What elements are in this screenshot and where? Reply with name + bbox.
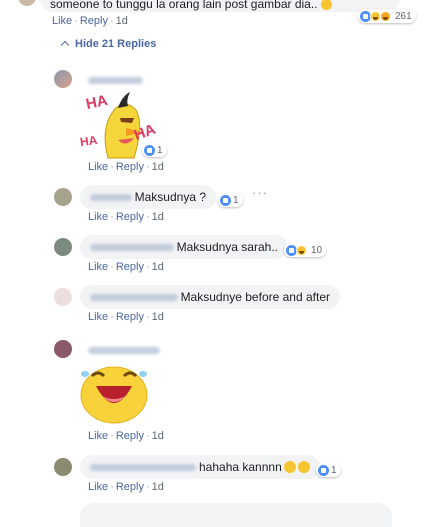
comment-bubble: Maksudnya ? <box>80 185 216 209</box>
ha-text: HA <box>79 132 99 150</box>
comment-bubble: hahaha kannnn <box>80 455 320 479</box>
chevron-up-icon <box>60 40 70 50</box>
avatar[interactable] <box>54 238 72 256</box>
commenter-name[interactable] <box>90 243 174 251</box>
comment-bubble: Maksudnya sarah.. <box>80 235 288 259</box>
reply-link[interactable]: Reply <box>116 430 144 442</box>
like-link[interactable]: Like <box>88 311 108 323</box>
like-reaction-icon <box>318 464 329 476</box>
timestamp: 1d <box>151 261 164 273</box>
avatar[interactable] <box>18 0 36 6</box>
commenter-name[interactable] <box>90 293 178 301</box>
reaction-count: 1 <box>331 464 337 476</box>
reaction-summary[interactable]: 10 <box>284 243 327 257</box>
comment-actions: Like · Reply · 1d <box>88 311 164 323</box>
comment-bubble: Maksudnye before and after <box>80 285 340 309</box>
avatar[interactable] <box>54 458 72 476</box>
reaction-summary[interactable]: 1 <box>218 193 243 207</box>
laughing-emoji-icon <box>320 0 332 10</box>
hide-replies-link[interactable]: Hide 21 Replies <box>60 38 157 50</box>
timestamp: 1d <box>151 311 164 323</box>
comment-text: Maksudnya sarah.. <box>176 240 278 254</box>
comment-text: Maksudnya ? <box>134 190 206 204</box>
like-link[interactable]: Like <box>88 481 108 493</box>
like-reaction-icon <box>144 144 155 156</box>
comment-actions: Like · Reply · 1d <box>88 211 164 223</box>
avatar[interactable] <box>54 70 72 88</box>
like-link[interactable]: Like <box>88 430 108 442</box>
comment-bubble <box>80 503 392 527</box>
hide-replies-label: Hide 21 Replies <box>75 38 157 50</box>
laughing-emoji-icon <box>283 461 296 473</box>
reply-link[interactable]: Reply <box>116 161 144 173</box>
reaction-count: 10 <box>311 244 323 256</box>
avatar[interactable] <box>54 288 72 306</box>
more-options-icon[interactable]: ··· <box>252 185 268 200</box>
wow-reaction-icon <box>380 10 391 22</box>
haha-reaction-icon <box>296 244 307 256</box>
commenter-name[interactable] <box>90 193 132 201</box>
timestamp: 1d <box>151 430 164 442</box>
reply-link[interactable]: Reply <box>116 211 144 223</box>
timestamp: 1d <box>151 481 164 493</box>
avatar[interactable] <box>54 188 72 206</box>
commenter-name[interactable] <box>88 343 163 357</box>
commenter-name[interactable] <box>88 73 146 87</box>
top-comment: someone to tunggu la orang lain post gam… <box>0 0 446 30</box>
comment-text: someone to tunggu la orang lain post gam… <box>50 0 318 11</box>
reaction-summary[interactable]: 1 <box>316 463 341 477</box>
reaction-count: 1 <box>157 144 163 156</box>
like-reaction-icon <box>220 194 231 206</box>
reaction-summary[interactable]: 261 <box>358 9 416 23</box>
like-link[interactable]: Like <box>88 261 108 273</box>
comment-actions: Like · Reply · 1d <box>88 481 164 493</box>
avatar[interactable] <box>54 340 72 358</box>
laughing-emoji-icon <box>297 461 310 473</box>
comment-text: hahaha kannnn <box>199 460 282 474</box>
commenter-name[interactable] <box>90 463 196 471</box>
comment-actions: Like · Reply · 1d <box>88 430 164 442</box>
comment-bubble: someone to tunggu la orang lain post gam… <box>40 0 400 12</box>
reply-link[interactable]: Reply <box>116 481 144 493</box>
reply-link[interactable]: Reply <box>116 261 144 273</box>
comment-text: Maksudnye before and after <box>180 290 330 304</box>
comment-actions: Like · Reply · 1d <box>88 161 164 173</box>
reply-link[interactable]: Reply <box>116 311 144 323</box>
reaction-summary[interactable]: 1 <box>142 143 167 157</box>
comment-actions: Like · Reply · 1d <box>52 15 128 27</box>
timestamp: 1d <box>151 211 164 223</box>
laughing-face-sticker <box>78 362 150 424</box>
reply-link[interactable]: Reply <box>80 15 108 27</box>
timestamp: 1d <box>115 15 128 27</box>
like-link[interactable]: Like <box>88 161 108 173</box>
timestamp: 1d <box>151 161 164 173</box>
comment-actions: Like · Reply · 1d <box>88 261 164 273</box>
like-link[interactable]: Like <box>52 15 72 27</box>
like-link[interactable]: Like <box>88 211 108 223</box>
reaction-count: 1 <box>233 194 239 206</box>
reaction-count: 261 <box>395 10 412 22</box>
